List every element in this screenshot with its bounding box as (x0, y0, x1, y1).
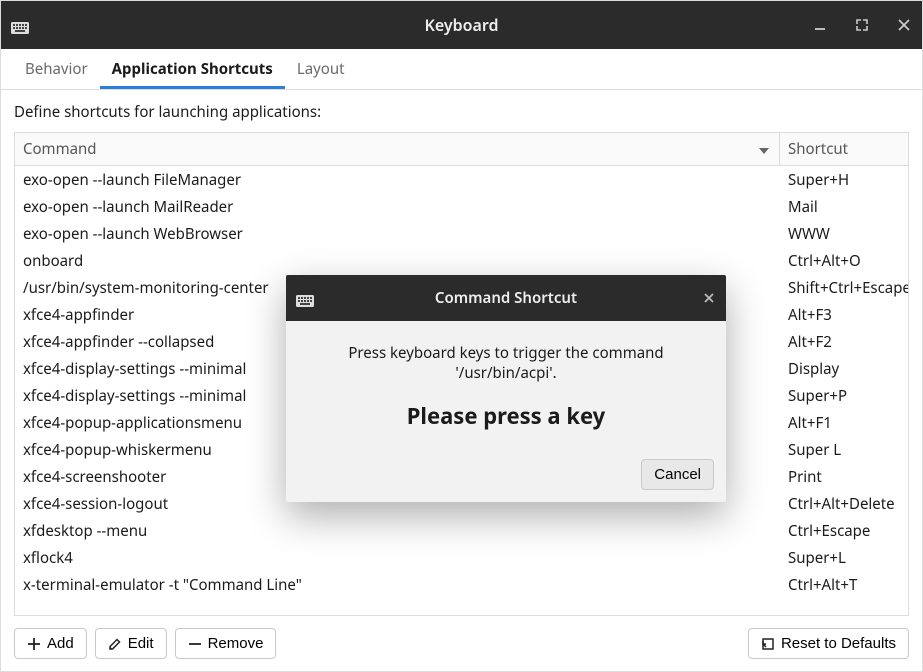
cell-command: xfdesktop --menu (15, 517, 780, 544)
table-row[interactable]: exo-open --launch WebBrowserWWW (15, 220, 908, 247)
table-row[interactable]: x-terminal-emulator -t "Command Line"Ctr… (15, 571, 908, 598)
dialog-close-button[interactable] (704, 289, 714, 308)
tab-bar: Behavior Application Shortcuts Layout (1, 49, 922, 90)
cell-shortcut: Print (780, 463, 908, 490)
cell-shortcut: Ctrl+Alt+T (780, 571, 908, 598)
minimize-button[interactable] (810, 15, 830, 35)
table-row[interactable]: onboardCtrl+Alt+O (15, 247, 908, 274)
edit-button-label: Edit (128, 635, 154, 652)
dialog-titlebar: Command Shortcut (286, 275, 726, 321)
cell-shortcut: Alt+F3 (780, 301, 908, 328)
dialog-prompt: Please press a key (300, 401, 712, 431)
add-button[interactable]: Add (14, 628, 87, 659)
table-row[interactable]: exo-open --launch MailReaderMail (15, 193, 908, 220)
cancel-button-label: Cancel (654, 466, 701, 483)
tab-application-shortcuts[interactable]: Application Shortcuts (100, 49, 285, 89)
cell-command: exo-open --launch WebBrowser (15, 220, 780, 247)
remove-button-label: Remove (208, 635, 264, 652)
footer-toolbar: Add Edit Remove Reset to Defaults (1, 616, 922, 671)
dialog-body: Press keyboard keys to trigger the comma… (286, 321, 726, 431)
cell-shortcut: Mail (780, 193, 908, 220)
cancel-button[interactable]: Cancel (641, 459, 714, 490)
cell-shortcut: Super+H (780, 166, 908, 193)
remove-button[interactable]: Remove (175, 628, 277, 659)
cell-shortcut: Display (780, 355, 908, 382)
column-header-command-label: Command (23, 139, 97, 159)
minus-icon (188, 637, 202, 651)
plus-icon (27, 637, 41, 651)
tab-layout[interactable]: Layout (285, 49, 357, 89)
edit-button[interactable]: Edit (95, 628, 167, 659)
reset-defaults-button[interactable]: Reset to Defaults (748, 628, 909, 659)
dialog-title: Command Shortcut (286, 288, 726, 308)
column-header-command[interactable]: Command (15, 133, 780, 165)
pencil-icon (108, 637, 122, 651)
table-row[interactable]: xfdesktop --menuCtrl+Escape (15, 517, 908, 544)
dialog-message: Press keyboard keys to trigger the comma… (300, 343, 712, 383)
dialog-footer: Cancel (286, 449, 726, 502)
cell-command: x-terminal-emulator -t "Command Line" (15, 571, 780, 598)
cell-shortcut: Alt+F2 (780, 328, 908, 355)
cell-shortcut: Ctrl+Alt+Delete (780, 490, 908, 517)
cell-command: onboard (15, 247, 780, 274)
cell-shortcut: WWW (780, 220, 908, 247)
cell-shortcut: Super L (780, 436, 908, 463)
reset-defaults-button-label: Reset to Defaults (781, 635, 896, 652)
command-shortcut-dialog: Command Shortcut Press keyboard keys to … (286, 275, 726, 502)
close-button[interactable] (894, 15, 914, 35)
cell-shortcut: Ctrl+Alt+O (780, 247, 908, 274)
table-row[interactable]: xflock4Super+L (15, 544, 908, 571)
cell-shortcut: Ctrl+Escape (780, 517, 908, 544)
table-row[interactable]: exo-open --launch FileManagerSuper+H (15, 166, 908, 193)
titlebar: Keyboard (1, 1, 922, 49)
column-header-shortcut[interactable]: Shortcut (780, 133, 908, 165)
cell-command: xflock4 (15, 544, 780, 571)
table-header: Command Shortcut (15, 133, 908, 166)
cell-command: exo-open --launch FileManager (15, 166, 780, 193)
tab-behavior[interactable]: Behavior (13, 49, 100, 89)
cell-shortcut: Shift+Ctrl+Escape (780, 274, 908, 301)
sort-descending-icon (759, 139, 769, 159)
window-title: Keyboard (1, 14, 922, 36)
cell-shortcut: Alt+F1 (780, 409, 908, 436)
cell-command: exo-open --launch MailReader (15, 193, 780, 220)
add-button-label: Add (47, 635, 74, 652)
column-header-shortcut-label: Shortcut (788, 139, 848, 159)
reset-icon (761, 637, 775, 651)
section-description: Define shortcuts for launching applicati… (1, 90, 922, 132)
maximize-button[interactable] (852, 15, 872, 35)
cell-shortcut: Super+P (780, 382, 908, 409)
cell-shortcut: Super+L (780, 544, 908, 571)
